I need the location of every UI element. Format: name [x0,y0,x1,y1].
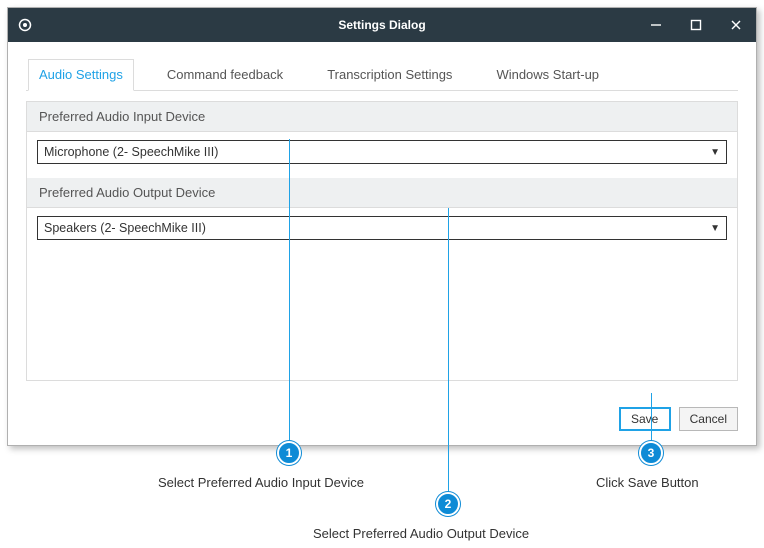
output-device-body: Speakers (2- SpeechMike III) ▼ [27,208,737,254]
input-device-dropdown[interactable]: Microphone (2- SpeechMike III) ▼ [37,140,727,164]
callout-label-2: Select Preferred Audio Output Device [313,526,529,541]
output-device-dropdown[interactable]: Speakers (2- SpeechMike III) ▼ [37,216,727,240]
close-icon [730,19,742,31]
callout-dot-2: 2 [436,492,460,516]
dialog-footer: Save Cancel [8,393,756,445]
callout-line-3 [651,393,652,447]
callout-line-2 [448,208,449,498]
input-device-header: Preferred Audio Input Device [27,102,737,132]
chevron-down-icon: ▼ [710,223,720,234]
input-device-value: Microphone (2- SpeechMike III) [44,145,218,159]
callout-label-1: Select Preferred Audio Input Device [158,475,364,490]
callout-dot-1: 1 [277,441,301,465]
minimize-icon [650,19,662,31]
content-area: Audio Settings Command feedback Transcri… [8,42,756,393]
app-icon [8,8,42,42]
maximize-icon [690,19,702,31]
save-button[interactable]: Save [619,407,671,431]
tab-audio-settings[interactable]: Audio Settings [28,59,134,91]
callout-dot-3: 3 [639,441,663,465]
tab-transcription-settings[interactable]: Transcription Settings [316,59,463,91]
audio-settings-panel: Preferred Audio Input Device Microphone … [26,101,738,381]
maximize-button[interactable] [676,8,716,42]
tab-command-feedback[interactable]: Command feedback [156,59,294,91]
minimize-button[interactable] [636,8,676,42]
settings-dialog-window: Settings Dialog Audio Settings Command f… [7,7,757,446]
input-device-body: Microphone (2- SpeechMike III) ▼ [27,132,737,178]
titlebar: Settings Dialog [8,8,756,42]
output-device-header: Preferred Audio Output Device [27,178,737,208]
cancel-button[interactable]: Cancel [679,407,738,431]
chevron-down-icon: ▼ [710,147,720,158]
close-button[interactable] [716,8,756,42]
tab-bar: Audio Settings Command feedback Transcri… [26,58,738,91]
callout-label-3: Click Save Button [596,475,699,490]
window-controls [636,8,756,42]
output-device-value: Speakers (2- SpeechMike III) [44,221,206,235]
tab-windows-startup[interactable]: Windows Start-up [485,59,610,91]
callout-line-1 [289,139,290,447]
